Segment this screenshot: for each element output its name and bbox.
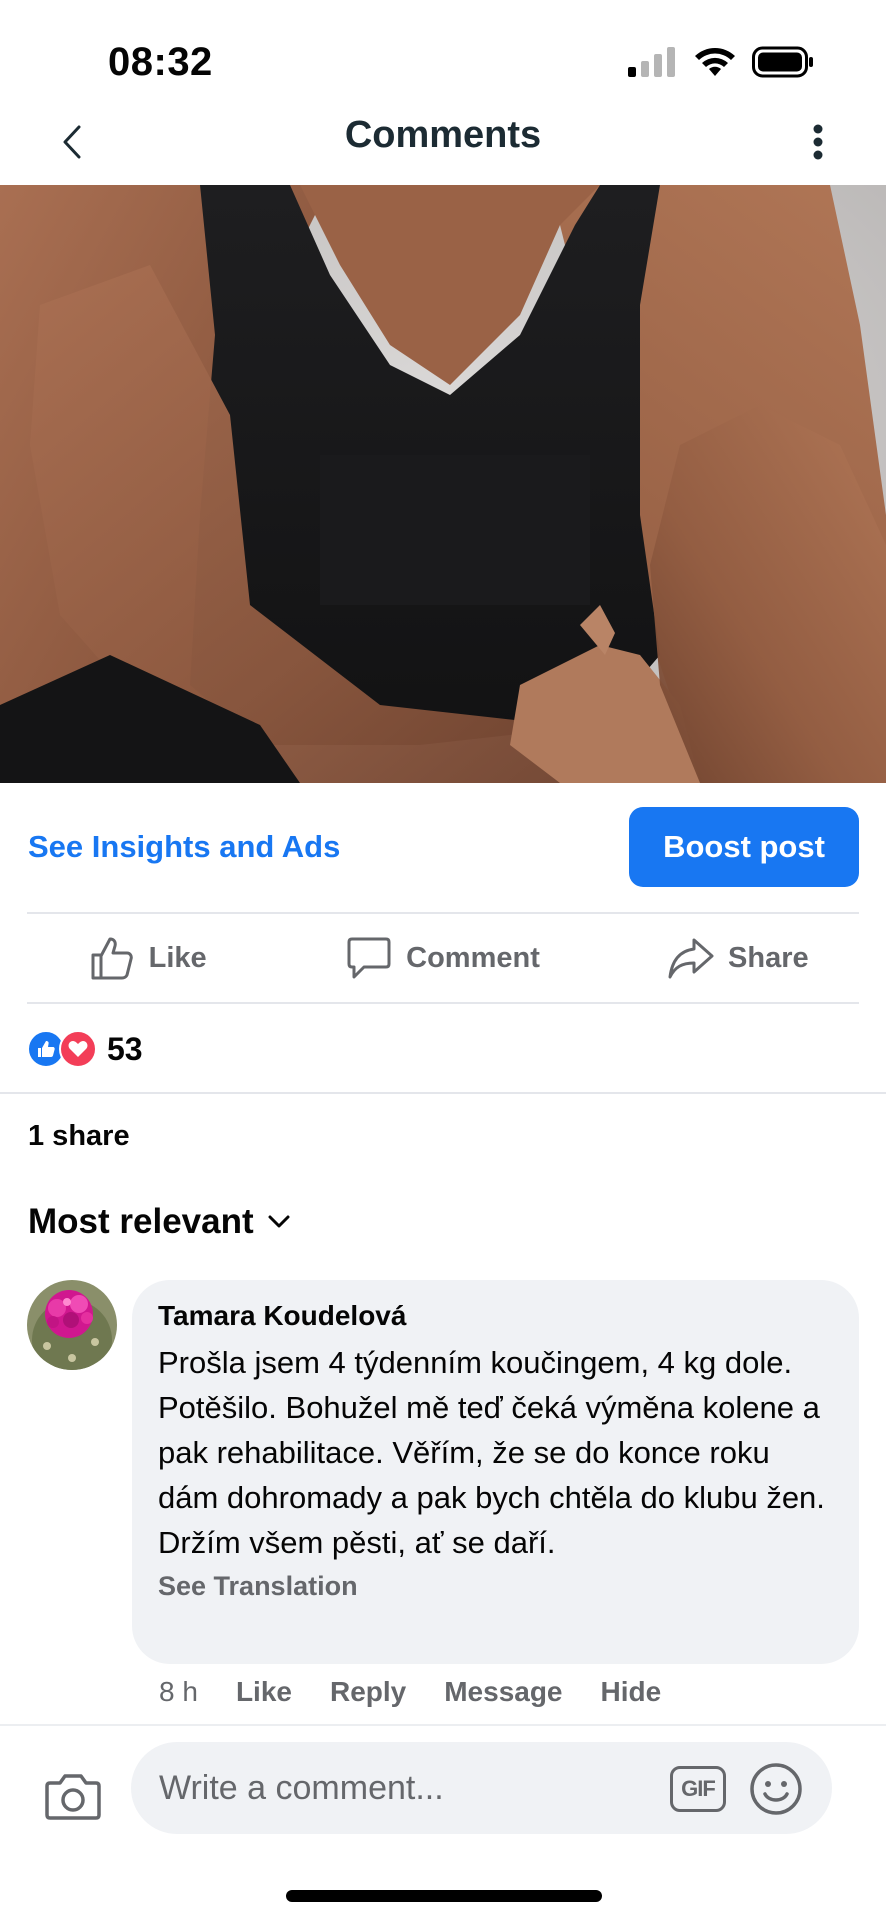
divider bbox=[0, 1092, 886, 1094]
share-arrow-icon bbox=[668, 938, 714, 979]
like-label: Like bbox=[148, 941, 207, 974]
page-title: Comments bbox=[344, 114, 542, 156]
comment-message-button[interactable]: Message bbox=[444, 1676, 562, 1708]
comment-button[interactable]: Comment bbox=[295, 914, 590, 1002]
comment-hide-button[interactable]: Hide bbox=[601, 1676, 662, 1708]
reaction-count: 53 bbox=[107, 1030, 143, 1067]
wifi-icon bbox=[695, 48, 735, 76]
battery-icon bbox=[752, 46, 813, 78]
comment-author[interactable]: Tamara Koudelová bbox=[158, 1300, 833, 1332]
comment-text: Prošla jsem 4 týdenním koučingem, 4 kg d… bbox=[158, 1345, 825, 1560]
sort-label: Most relevant bbox=[28, 1202, 254, 1241]
insights-row: See Insights and Ads Boost post bbox=[0, 783, 886, 913]
avatar[interactable] bbox=[27, 1280, 117, 1370]
comment-input[interactable] bbox=[159, 1742, 639, 1834]
chevron-down-icon bbox=[268, 1215, 290, 1228]
more-vertical-icon bbox=[813, 124, 823, 160]
comment-bubble[interactable]: Tamara Koudelová Prošla jsem 4 týdenním … bbox=[132, 1280, 859, 1664]
post-action-row: Like Comment Share bbox=[0, 914, 886, 1002]
status-time: 08:32 bbox=[108, 40, 213, 84]
love-reaction-icon bbox=[59, 1030, 97, 1068]
post-photo-image bbox=[0, 185, 886, 783]
post-photo[interactable] bbox=[0, 185, 886, 783]
share-label: Share bbox=[728, 941, 809, 974]
gif-button[interactable]: GIF bbox=[670, 1766, 726, 1812]
share-count[interactable]: 1 share bbox=[28, 1120, 130, 1153]
boost-post-button[interactable]: Boost post bbox=[629, 807, 859, 887]
comment-timestamp: 8 h bbox=[159, 1676, 198, 1707]
comment-sort-dropdown[interactable]: Most relevant bbox=[28, 1202, 290, 1242]
emoji-icon[interactable] bbox=[749, 1762, 803, 1816]
comment-reply-button[interactable]: Reply bbox=[330, 1676, 406, 1708]
comment-meta: 8 h Like Reply Message Hide bbox=[159, 1676, 661, 1708]
status-bar: 08:32 bbox=[0, 0, 886, 100]
camera-button[interactable] bbox=[42, 1766, 104, 1826]
comment-like-button[interactable]: Like bbox=[236, 1676, 292, 1708]
share-button[interactable]: Share bbox=[591, 914, 886, 1002]
like-button[interactable]: Like bbox=[0, 914, 295, 1002]
status-icons bbox=[628, 46, 814, 78]
comment-input-container: GIF bbox=[131, 1742, 832, 1834]
comment-label: Comment bbox=[406, 941, 540, 974]
more-options-button[interactable] bbox=[790, 114, 846, 170]
see-insights-link[interactable]: See Insights and Ads bbox=[28, 829, 340, 865]
comment-bubble-icon bbox=[347, 937, 391, 979]
cactus-flower-avatar bbox=[27, 1280, 117, 1370]
thumbs-up-icon bbox=[91, 937, 133, 980]
camera-icon bbox=[45, 1774, 101, 1820]
reactions-summary[interactable]: 53 bbox=[27, 1028, 143, 1070]
home-indicator bbox=[286, 1890, 602, 1902]
cellular-signal-icon bbox=[628, 47, 675, 77]
nav-bar: Comments bbox=[0, 100, 886, 184]
divider bbox=[27, 1002, 859, 1004]
see-translation-link[interactable]: See Translation bbox=[158, 1571, 833, 1602]
comments-screen: 08:32 Comments See Insights and Ads Boos… bbox=[0, 0, 886, 1920]
